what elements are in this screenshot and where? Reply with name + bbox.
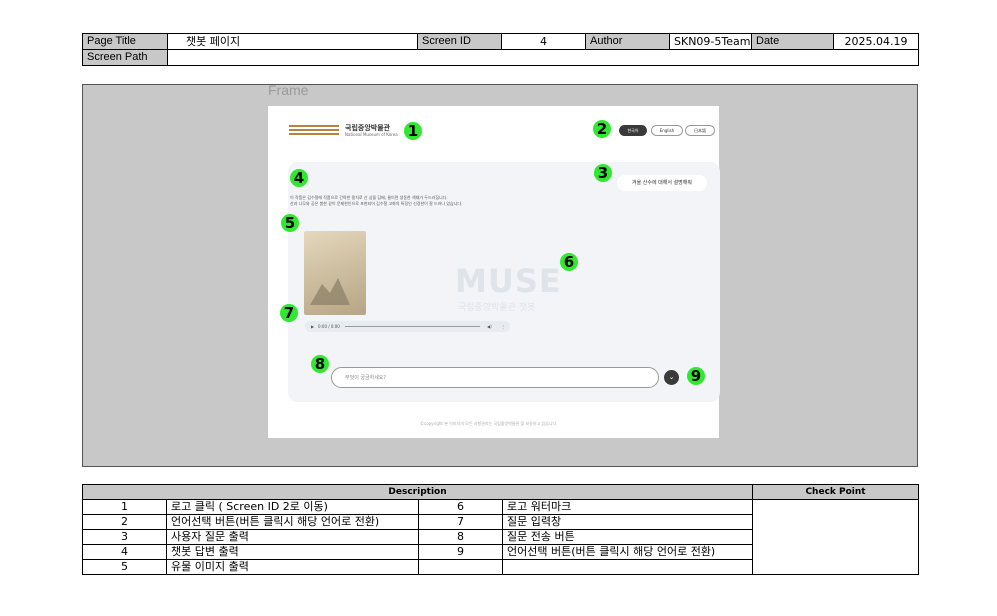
annotation-badge-2: 2: [593, 120, 611, 138]
annotation-badge-4: 4: [290, 169, 308, 187]
item-description: 챗봇 답변 출력: [166, 544, 419, 560]
check-point-cell: [752, 499, 920, 575]
author-label: Author: [585, 33, 670, 50]
item-description: 로고 워터마크: [501, 499, 754, 515]
screen-id: 4: [501, 33, 586, 50]
item-number: 6: [418, 499, 503, 515]
screen-path-row: Screen Path: [82, 49, 919, 66]
item-number: 9: [418, 544, 503, 560]
bot-answer: 이 작품은 김수철에 작품으로 간략한 필치로 산 삼을 담배, 물이면 생동한…: [290, 195, 462, 207]
item-number: 2: [82, 514, 167, 530]
annotation-badge-9: 9: [687, 367, 705, 385]
item-number: 3: [82, 529, 167, 545]
item-description: 언어선택 버튼(버튼 클릭시 해당 언어로 전환): [166, 514, 419, 530]
send-arrow-icon: ⌄: [668, 373, 675, 381]
screen-path-label: Screen Path: [82, 49, 168, 66]
artifact-image: [304, 231, 366, 315]
page-title-label: Page Title: [82, 33, 168, 50]
item-description: 사용자 질문 출력: [166, 529, 419, 545]
check-point-header: Check Point: [752, 484, 920, 500]
author: SKN09-5Team: [669, 33, 752, 50]
send-button[interactable]: ⌄: [664, 370, 679, 385]
item-description: [501, 559, 754, 575]
logo-icon[interactable]: [289, 125, 339, 137]
more-options-icon[interactable]: ⋮: [501, 321, 505, 332]
item-number: 1: [82, 499, 167, 515]
annotation-badge-1: 1: [404, 122, 422, 140]
item-description: 로고 클릭 ( Screen ID 2로 이동): [166, 499, 419, 515]
screen-id-label: Screen ID: [417, 33, 502, 50]
audio-time: 0:00 / 0:00: [318, 324, 340, 329]
description-row: 1 로고 클릭 ( Screen ID 2로 이동) 6 로고 워터마크: [82, 499, 920, 575]
audio-progress-track[interactable]: [345, 326, 480, 327]
lang-button-english[interactable]: English: [651, 125, 683, 136]
frame-label: Frame: [268, 82, 309, 98]
play-icon[interactable]: ▶: [311, 321, 314, 332]
logo-watermark: MUSE: [455, 262, 562, 300]
item-number: 4: [82, 544, 167, 560]
header-row: Page Title 챗봇 페이지 Screen ID 4 Author SKN…: [82, 33, 919, 50]
item-number: [418, 559, 503, 575]
item-number: 7: [418, 514, 503, 530]
annotation-badge-6: 6: [560, 253, 578, 271]
lang-button-korean[interactable]: 한국어: [619, 125, 647, 136]
copyright-text: ©copyright 본 이미지의 모든 사항권리는 국립중앙박물관 및 보유하…: [420, 421, 558, 426]
lang-button-japanese[interactable]: 日本語: [685, 125, 715, 136]
logo-watermark-subtitle: 국립중앙박물관 챗봇: [458, 303, 536, 313]
annotation-badge-7: 7: [280, 304, 298, 322]
item-description: 질문 입력창: [501, 514, 754, 530]
item-description: 언어선택 버튼(버튼 클릭시 해당 언어로 전환): [501, 544, 754, 560]
screen-path: [167, 49, 919, 66]
volume-icon[interactable]: ◀): [487, 321, 492, 332]
spec-header-table: Page Title 챗봇 페이지 Screen ID 4 Author SKN…: [82, 33, 919, 66]
user-question-bubble: 겨울 산수에 대해서 설명해줘: [617, 175, 707, 191]
page-title: 챗봇 페이지: [167, 33, 418, 50]
item-description: 유물 이미지 출력: [166, 559, 419, 575]
annotation-badge-8: 8: [311, 355, 329, 373]
bot-answer-line: 산과 나무와 공은 봄한 같이 문제한인으로 포현되어 김수철 고화의 특징인 …: [290, 201, 463, 206]
item-number: 5: [82, 559, 167, 575]
date-label: Date: [751, 33, 834, 50]
annotation-badge-5: 5: [281, 214, 299, 232]
logo-subtitle: National Museum of Korea: [345, 132, 398, 137]
item-description: 질문 전송 버튼: [501, 529, 754, 545]
date: 2025.04.19: [833, 33, 919, 50]
description-table: Description Check Point 1 로고 클릭 ( Screen…: [81, 484, 920, 575]
item-number: 8: [418, 529, 503, 545]
audio-player[interactable]: ▶ 0:00 / 0:00 ◀) ⋮: [305, 321, 510, 332]
description-header: Description: [81, 484, 754, 500]
annotation-badge-3: 3: [594, 164, 612, 182]
description-header-row: Description Check Point: [81, 484, 920, 500]
question-input[interactable]: 무엇이 궁금하세요?: [331, 367, 659, 388]
